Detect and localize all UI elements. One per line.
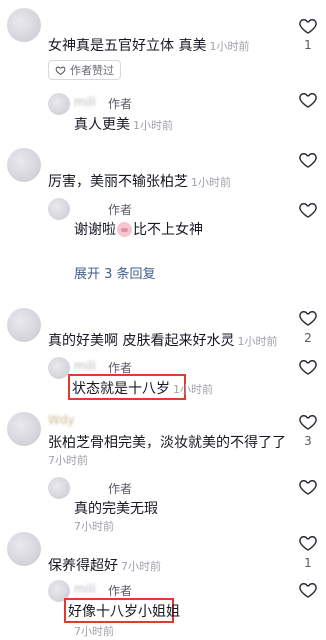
badge-label: 作者赞过 (70, 64, 114, 77)
reply-text: 谢谢啦 比不上女神 (74, 219, 203, 239)
like-heart-icon[interactable] (298, 533, 318, 553)
like-heart-icon[interactable] (298, 580, 318, 600)
like-count: 1 (304, 38, 312, 52)
reply-time: 7小时前 (74, 520, 114, 533)
reply-time: 1小时前 (173, 383, 213, 396)
like-count: 2 (304, 331, 312, 345)
reply-avatar[interactable] (48, 93, 70, 115)
reply-body-cont: 比不上女神 (133, 222, 203, 238)
reply-body: 真的完美无瑕 (74, 501, 158, 517)
comment-text: 厉害，美丽不输张柏芝 1小时前 (48, 171, 231, 191)
author-tag: 作者 (108, 203, 133, 217)
pig-emoji-icon (117, 221, 132, 237)
like-heart-icon[interactable] (298, 357, 318, 377)
reply-avatar[interactable] (48, 357, 70, 379)
comment-body: 张柏芝骨相完美，淡妆就美的不得了了 (48, 435, 286, 451)
reply-username[interactable]: mili (74, 359, 96, 373)
like-count: 3 (304, 434, 312, 448)
author-liked-badge: 作者赞过 (48, 60, 121, 80)
author-tag: 作者 (108, 97, 133, 111)
comment-text: 保养得超好 7小时前 (48, 555, 161, 575)
like-heart-icon[interactable] (298, 308, 318, 328)
comment-body: 女神真是五官好立体 真美 (48, 38, 207, 54)
like-heart-icon[interactable] (298, 16, 318, 36)
avatar[interactable] (7, 308, 41, 342)
like-heart-icon[interactable] (298, 150, 318, 170)
reply-body: 状态就是十八岁 (72, 381, 170, 397)
reply-time: 7小时前 (74, 625, 114, 638)
reply-body: 谢谢啦 (74, 222, 116, 238)
comment-text: 真的好美啊 皮肤看起来好水灵 1小时前 (48, 330, 277, 350)
avatar[interactable] (7, 8, 41, 42)
reply-text: 真人更美 1小时前 (74, 114, 173, 134)
reply-username[interactable]: mili (74, 582, 96, 596)
expand-replies-link[interactable]: 展开 3 条回复 (74, 263, 156, 282)
reply-username[interactable]: mili (74, 95, 96, 109)
avatar[interactable] (7, 532, 41, 566)
comment-time: 1小时前 (237, 335, 278, 348)
like-count: 1 (304, 556, 312, 570)
author-tag: 作者 (108, 584, 133, 598)
comment-text: 女神真是五官好立体 真美 1小时前 (48, 35, 249, 55)
reply-body: 真人更美 (74, 117, 130, 133)
comment-body: 厉害，美丽不输张柏芝 (48, 174, 188, 190)
comment-time: 1小时前 (209, 40, 250, 53)
reply-avatar[interactable] (48, 477, 70, 499)
like-heart-icon[interactable] (298, 90, 318, 110)
comment-body: 真的好美啊 皮肤看起来好水灵 (48, 333, 235, 349)
like-heart-icon[interactable] (298, 412, 318, 432)
comment-time: 7小时前 (121, 560, 161, 573)
like-heart-icon[interactable] (298, 200, 318, 220)
comment-time: 1小时前 (191, 176, 231, 189)
reply-avatar[interactable] (48, 198, 70, 220)
author-tag: 作者 (108, 482, 133, 496)
avatar[interactable] (7, 412, 41, 446)
like-heart-icon[interactable] (298, 477, 318, 497)
avatar[interactable] (7, 148, 41, 182)
reply-text: 状态就是十八岁 1小时前 (72, 378, 213, 398)
heart-icon (55, 65, 66, 76)
comment-body: 保养得超好 (48, 558, 118, 574)
comment-time: 7小时前 (48, 454, 88, 467)
username[interactable]: Wdy (48, 413, 75, 427)
reply-time: 1小时前 (133, 119, 173, 132)
reply-body: 好像十八岁小姐姐 (68, 604, 180, 620)
